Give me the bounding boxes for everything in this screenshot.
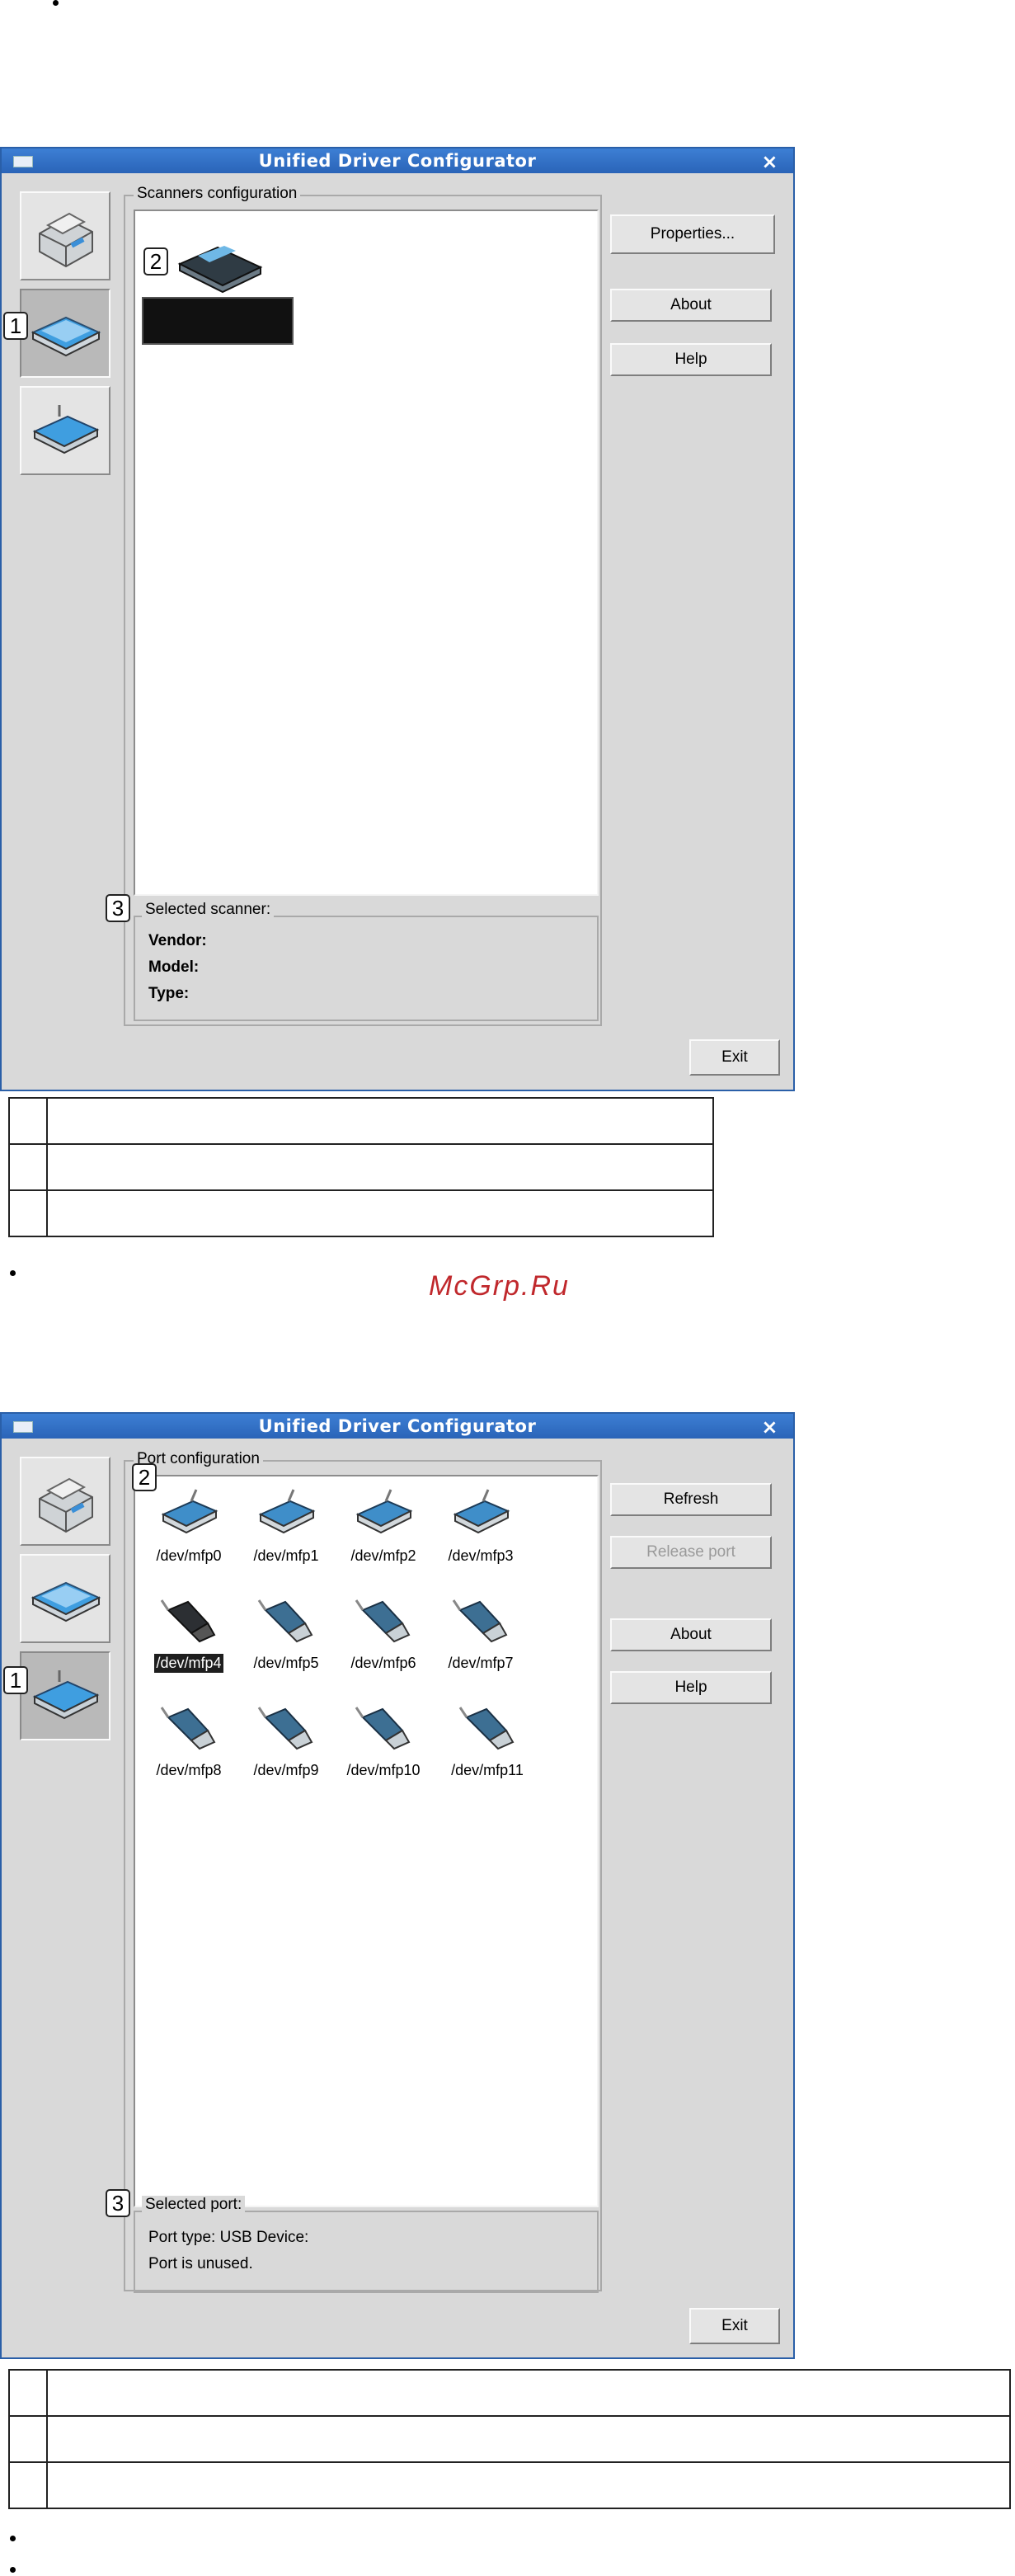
printers-tab-button[interactable] (20, 1457, 110, 1546)
port-label: /dev/mfp7 (448, 1655, 514, 1671)
watermark-text: McGrp.Ru (429, 1270, 570, 1302)
port-config-window: Unified Driver Configurator × 1 Port con… (0, 1412, 795, 2359)
parallel-port-icon (161, 1489, 219, 1534)
port-item-selected[interactable]: /dev/mfp4 (135, 1594, 242, 1673)
selected-port-box (134, 2211, 599, 2293)
help-button[interactable]: Help (610, 1671, 772, 1704)
callout-1: 1 (3, 1666, 28, 1694)
exit-button[interactable]: Exit (689, 2308, 780, 2344)
port-item[interactable]: /dev/mfp6 (330, 1594, 437, 1673)
bullet (10, 2536, 16, 2541)
port-item[interactable]: /dev/mfp0 (135, 1486, 242, 1566)
port-status-line: Port is unused. (148, 2255, 253, 2272)
usb-port-icon (452, 1599, 508, 1643)
parallel-port-icon (258, 1489, 316, 1534)
port-label: /dev/mfp6 (350, 1655, 416, 1671)
table-row (8, 2415, 1011, 2463)
scanner-icon (31, 316, 101, 357)
type-label: Type: (148, 985, 190, 1002)
help-button[interactable]: Help (610, 343, 772, 376)
bullet (10, 2567, 16, 2573)
port-icon (32, 1670, 100, 1720)
parallel-port-icon (453, 1489, 510, 1534)
port-label: /dev/mfp1 (253, 1547, 319, 1564)
bullet (10, 1270, 16, 1276)
parallel-port-icon (355, 1489, 413, 1534)
port-item[interactable]: /dev/mfp10 (330, 1701, 437, 1780)
printers-tab-button[interactable] (20, 191, 110, 280)
scanner-device-label[interactable] (142, 297, 294, 345)
refresh-button[interactable]: Refresh (610, 1483, 772, 1516)
port-item[interactable]: /dev/mfp7 (427, 1594, 534, 1673)
legend-table-1 (8, 1097, 714, 1237)
vendor-label: Vendor: (148, 932, 207, 949)
table-row (8, 1143, 714, 1191)
port-label: /dev/mfp10 (346, 1762, 421, 1778)
release-port-button[interactable]: Release port (610, 1536, 772, 1569)
usb-port-icon (257, 1599, 313, 1643)
port-item[interactable]: /dev/mfp11 (434, 1701, 541, 1780)
usb-port-icon (355, 1707, 411, 1750)
about-button[interactable]: About (610, 1618, 772, 1651)
port-label: /dev/mfp9 (253, 1762, 319, 1778)
usb-port-icon (458, 1707, 515, 1750)
callout-1: 1 (3, 312, 28, 340)
table-row (8, 1189, 714, 1237)
bullet (53, 0, 59, 6)
window-menu-icon[interactable] (13, 156, 33, 167)
port-item[interactable]: /dev/mfp8 (135, 1701, 242, 1780)
properties-button[interactable]: Properties... (610, 214, 775, 254)
ports-tab-button[interactable] (20, 386, 110, 475)
port-label: /dev/mfp0 (156, 1547, 222, 1564)
scanners-tab-button[interactable] (20, 1554, 110, 1643)
usb-port-icon (160, 1599, 216, 1643)
table-row (8, 1097, 714, 1145)
callout-3: 3 (106, 2189, 130, 2217)
port-label: /dev/mfp4 (154, 1654, 223, 1673)
port-label: /dev/mfp2 (350, 1547, 416, 1564)
window-titlebar: Unified Driver Configurator × (2, 148, 793, 173)
exit-button[interactable]: Exit (689, 1039, 780, 1076)
callout-3: 3 (106, 894, 130, 922)
port-label: /dev/mfp5 (253, 1655, 319, 1671)
scanners-group-label: Scanners configuration (134, 185, 301, 203)
usb-port-icon (160, 1707, 216, 1750)
scanner-icon (31, 1581, 101, 1622)
printer-icon (39, 212, 93, 268)
callout-2: 2 (143, 247, 168, 275)
window-menu-icon[interactable] (13, 1421, 33, 1433)
port-item[interactable]: /dev/mfp9 (233, 1701, 340, 1780)
selected-port-label: Selected port: (142, 2196, 246, 2214)
scanners-tab-button[interactable] (20, 289, 110, 378)
port-label: /dev/mfp11 (451, 1762, 524, 1778)
scanner-device-icon[interactable] (175, 236, 265, 294)
window-title: Unified Driver Configurator (258, 1416, 537, 1436)
printer-icon (39, 1477, 93, 1533)
table-row (8, 2369, 1011, 2417)
port-label: /dev/mfp8 (156, 1762, 222, 1778)
scanner-config-window: Unified Driver Configurator × 1 Scanners… (0, 147, 795, 1091)
port-item[interactable]: /dev/mfp2 (330, 1486, 437, 1566)
port-type-line: Port type: USB Device: (148, 2229, 309, 2246)
port-label: /dev/mfp3 (448, 1547, 514, 1564)
usb-port-icon (257, 1707, 313, 1750)
ports-tab-button[interactable] (20, 1651, 110, 1740)
close-icon[interactable]: × (761, 150, 778, 173)
usb-port-icon (355, 1599, 411, 1643)
close-icon[interactable]: × (761, 1415, 778, 1439)
port-item[interactable]: /dev/mfp3 (427, 1486, 534, 1566)
about-button[interactable]: About (610, 289, 772, 322)
scanner-list[interactable]: 2 (134, 210, 599, 896)
port-item[interactable]: /dev/mfp5 (233, 1594, 340, 1673)
window-title: Unified Driver Configurator (258, 151, 537, 171)
table-row (8, 2461, 1011, 2509)
legend-table-2 (8, 2369, 1011, 2509)
port-icon (32, 405, 100, 454)
selected-scanner-label: Selected scanner: (142, 901, 275, 919)
model-label: Model: (148, 958, 200, 976)
port-item[interactable]: /dev/mfp1 (233, 1486, 340, 1566)
window-titlebar: Unified Driver Configurator × (2, 1414, 793, 1439)
port-list[interactable]: 2 /dev/mfp0 /dev/mfp1 /dev/mfp2 /dev/mfp… (132, 1463, 599, 2207)
